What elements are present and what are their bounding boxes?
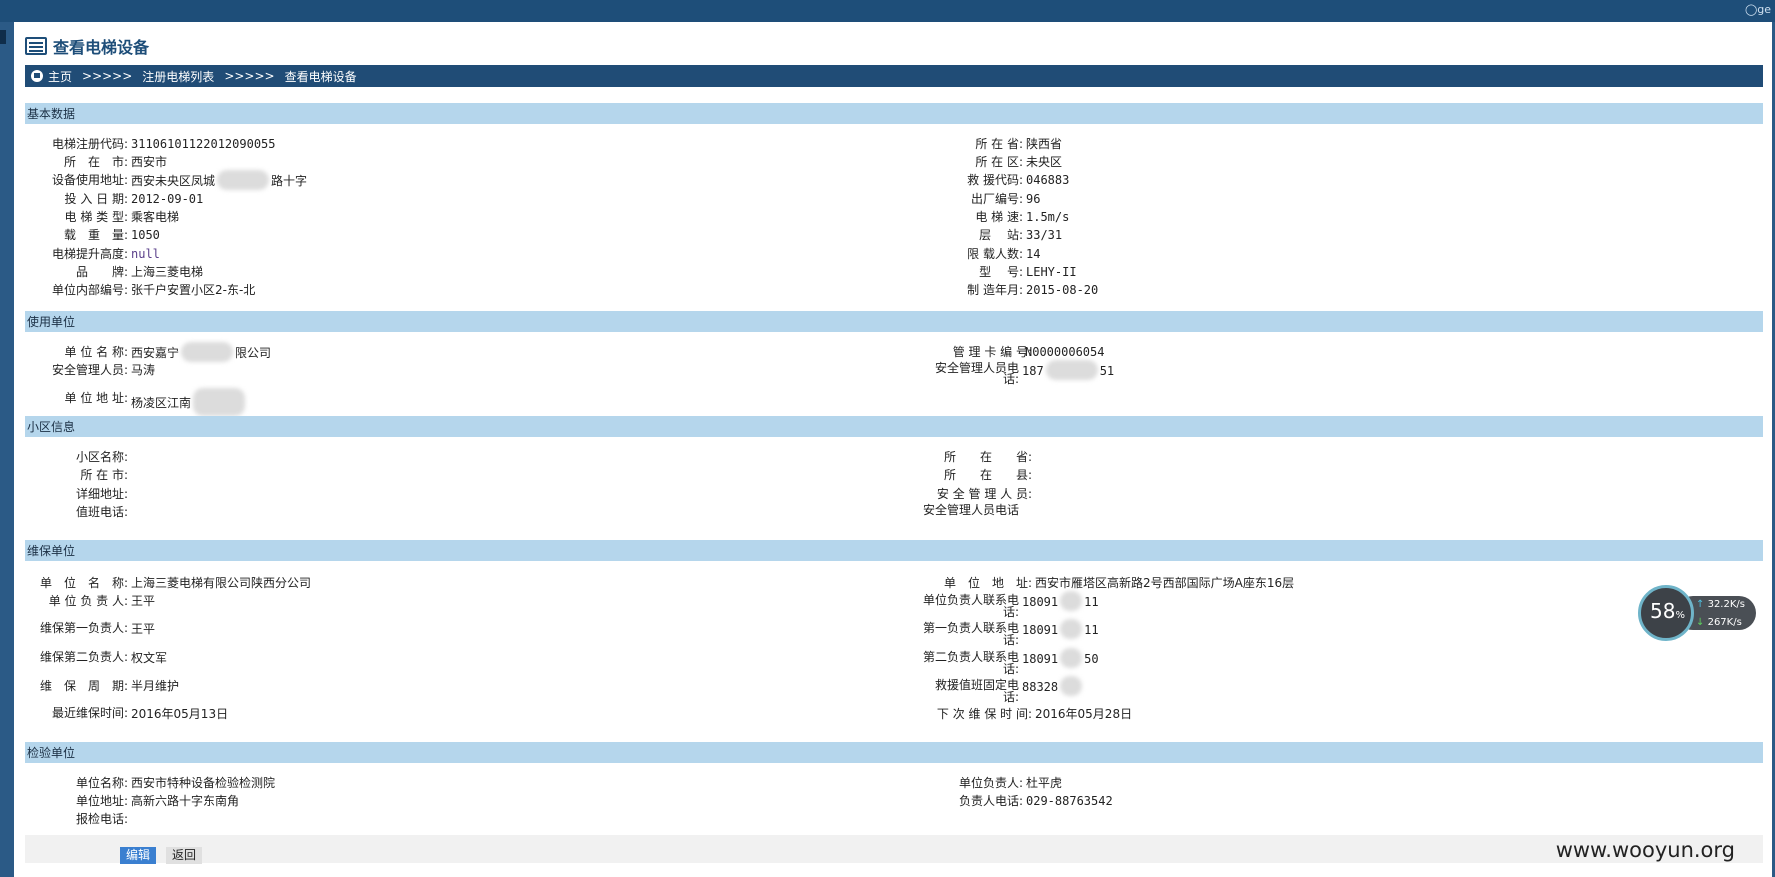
field-device-address: 设备使用地址: 西安未央区凤城 路十字 (25, 170, 307, 191)
field-insp-report-phone: 报检电话: (75, 812, 128, 826)
field-maint-unit-name: 单 位 名 称: 上海三菱电梯有限公司陕西分公司 (39, 576, 312, 590)
field-maint-second-person: 维保第二负责人: 权文军 (39, 650, 168, 665)
action-bar: 编辑 返回 (25, 835, 1763, 864)
section-header-inspection: 检验单位 (25, 742, 1763, 763)
redacted-blur (1060, 648, 1083, 668)
redacted-blur (1045, 360, 1098, 380)
field-unit-name: 单 位 名 称: 西安嘉宁 限公司 (25, 342, 271, 363)
field-insp-unit-name: 单位名称: 西安市特种设备检验检测院 (75, 776, 276, 790)
breadcrumb-elevator-list[interactable]: 注册电梯列表 (142, 68, 214, 85)
section-header-user-unit: 使用单位 (25, 311, 1763, 332)
page-title: 查看电梯设备 (53, 38, 150, 57)
field-community-province: 所 在 省: (943, 450, 1032, 464)
breadcrumb-home[interactable]: 主页 (48, 68, 72, 85)
field-next-maint-time: 下 次 维 保 时 间: 2016年05月28日 (936, 707, 1133, 721)
arrow-up-icon: ↑ (1696, 599, 1705, 610)
home-icon[interactable] (31, 70, 43, 82)
field-unit-address: 单 位 地 址: 杨凌区江南 (25, 388, 247, 416)
section-header-basic: 基本数据 (25, 103, 1763, 124)
redacted-blur (181, 342, 234, 362)
field-elevator-type: 电 梯 类 型: 乘客电梯 (64, 210, 180, 224)
field-city: 所 在 市: 西安市 (63, 155, 168, 169)
field-floors-stations: 层 站: 33/31 (979, 228, 1063, 242)
watermark: www.wooyun.org (1555, 838, 1735, 862)
field-registration-code: 电梯注册代码: 31106101122012090055 (51, 137, 276, 151)
field-insp-unit-address: 单位地址: 高新六路十字东南角 (75, 794, 240, 808)
arrow-down-icon: ↓ (1696, 617, 1705, 628)
speed-percent: 58% (1650, 599, 1685, 623)
field-load: 载 重 量: 1050 (63, 228, 160, 242)
left-sidebar-strip (0, 22, 14, 877)
breadcrumb-separator: >>>>> (224, 69, 275, 83)
field-lift-height: 电梯提升高度: null (51, 247, 160, 261)
upload-speed: ↑ 32.2K/s (1696, 599, 1745, 610)
network-speed-widget[interactable]: 58% ↑ 32.2K/s ↓ 267K/s (1638, 585, 1758, 641)
field-speed: 电 梯 速: 1.5m/s (975, 210, 1070, 224)
edit-button[interactable]: 编辑 (120, 847, 157, 864)
field-manufacture-date: 制 造年月: 2015-08-20 (967, 283, 1099, 297)
page-header: 查看电梯设备 (25, 34, 149, 58)
field-community-safety-phone: 安全管理人员电话 (922, 503, 1019, 517)
user-indicator[interactable]: ◯ge (1745, 3, 1771, 16)
field-safety-manager: 安全管理人员: 马涛 (51, 363, 156, 377)
field-model: 型 号: LEHY-II (979, 265, 1077, 279)
field-last-maint-time: 最近维保时间: 2016年05月13日 (51, 706, 229, 721)
field-community-county: 所 在 县: (943, 468, 1032, 482)
field-community-address: 详细地址: (75, 487, 128, 501)
field-maint-unit-head: 单 位 负 责 人: 王平 (48, 594, 156, 608)
field-safety-manager-phone: 安全管理人员电话: 187 51 (934, 360, 1115, 386)
field-internal-number: 单位内部编号: 张千户安置小区2-东-北 (51, 283, 256, 297)
download-speed: ↓ 267K/s (1696, 617, 1742, 628)
section-header-community: 小区信息 (25, 416, 1763, 437)
top-bar: ◯ge (0, 0, 1775, 22)
field-passenger-limit: 限 载人数: 14 (967, 247, 1041, 261)
field-province: 所 在 省: 陕西省 (975, 137, 1063, 151)
section-header-maintenance: 维保单位 (25, 540, 1763, 561)
field-community-city: 所 在 市: (80, 468, 128, 482)
field-insp-unit-head: 单位负责人: 杜平虎 (958, 776, 1063, 790)
field-rescue-code: 救 援代码: 046883 (967, 173, 1070, 187)
redacted-blur (1060, 676, 1083, 696)
breadcrumb-current: 查看电梯设备 (284, 69, 357, 84)
redacted-blur (1060, 619, 1083, 639)
back-button[interactable]: 返回 (166, 847, 203, 864)
field-commission-date: 投 入 日 期: 2012-09-01 (64, 192, 204, 206)
breadcrumb-separator: >>>>> (82, 69, 133, 83)
field-maint-cycle: 维 保 周 期: 半月维护 (39, 679, 180, 693)
field-duty-phone: 值班电话: (75, 505, 128, 519)
redacted-blur (217, 170, 270, 190)
field-factory-number: 出厂编号: 96 (970, 192, 1041, 206)
field-maint-head-phone: 单位负责人联系电话: 18091 11 (922, 591, 1099, 619)
breadcrumb: 主页 >>>>> 注册电梯列表 >>>>> 查看电梯设备 (25, 65, 1763, 87)
list-icon (25, 37, 47, 55)
field-rescue-duty-phone: 救援值班固定电话: 88328 (920, 676, 1084, 705)
field-maint-second-phone: 第二负责人联系电话: 18091 50 (922, 648, 1099, 676)
field-insp-head-phone: 负责人电话: 029-88763542 (958, 794, 1113, 808)
field-brand: 品 牌: 上海三菱电梯 (75, 265, 204, 279)
sidebar-toggle[interactable] (0, 30, 6, 44)
field-community-name: 小区名称: (75, 450, 128, 464)
field-district: 所 在 区: 未央区 (975, 155, 1063, 169)
field-maint-unit-address: 单 位 地 址: 西安市雁塔区高新路2号西部国际广场A座东16层 (943, 576, 1295, 590)
field-maint-first-person: 维保第一负责人: 王平 (39, 621, 156, 636)
redacted-blur (1060, 591, 1083, 611)
redacted-blur (193, 388, 246, 416)
field-maint-first-phone: 第一负责人联系电话: 18091 11 (922, 619, 1099, 647)
